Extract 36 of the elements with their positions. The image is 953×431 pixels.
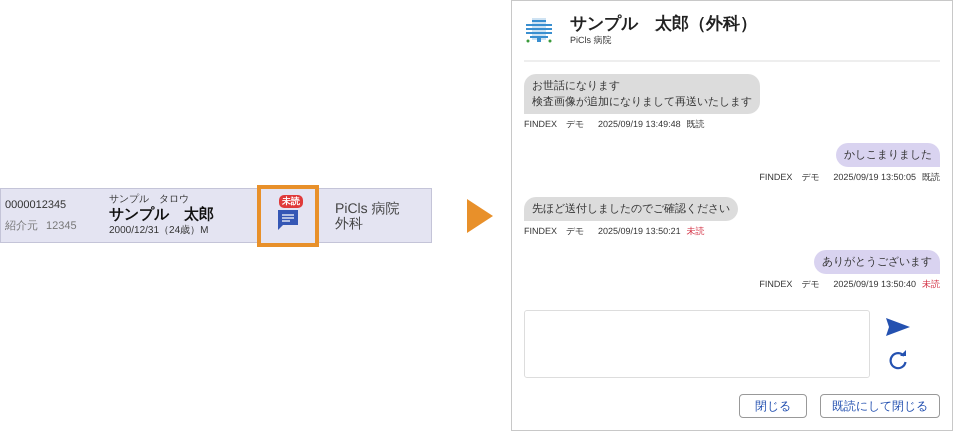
sender: FINDEX デモ (759, 278, 820, 292)
close-button[interactable]: 閉じる (739, 394, 807, 418)
dialog-title: サンプル 太郎（外科） (570, 13, 757, 34)
birth-info: 2000/12/31（24歳）M (109, 224, 210, 238)
send-button[interactable] (886, 318, 910, 336)
arrow-icon (466, 198, 492, 232)
sender: FINDEX デモ (524, 118, 584, 131)
hospital-name: PiCls 病院 (335, 200, 400, 216)
timestamp: 2025/09/19 13:50:05 (833, 171, 916, 184)
sender: FINDEX デモ (524, 224, 584, 238)
read-status: 未読 (922, 278, 940, 292)
patient-id: 0000012345 (5, 198, 68, 212)
message-bubble: かしこまりました (836, 143, 940, 168)
read-status: 既読 (922, 171, 940, 184)
patient-name: サンプル 太郎 (109, 206, 215, 224)
referral-code: 12345 (46, 219, 77, 234)
department-name: 外科 (335, 216, 364, 230)
read-status: 未読 (686, 224, 705, 238)
name-kana: サンプル タロウ (109, 194, 190, 206)
referral-label: 紹介元 (5, 219, 38, 234)
dialog-subtitle: PiCls 病院 (570, 34, 613, 48)
message-bubble: ありがとうございます (814, 250, 940, 274)
message-bubble: お世話になります 検査画像が追加になりまして再送いたします (524, 74, 760, 114)
message-input[interactable] (524, 310, 870, 378)
chat-icon (277, 208, 299, 230)
refresh-button[interactable] (888, 350, 908, 370)
timestamp: 2025/09/19 13:50:40 (833, 278, 916, 292)
timestamp: 2025/09/19 13:49:48 (598, 118, 681, 131)
mark-read-close-button[interactable]: 既読にして閉じる (820, 394, 940, 418)
message-bubble: 先ほど送付しましたのでご確認ください (524, 196, 738, 221)
sender: FINDEX デモ (759, 171, 820, 184)
timestamp: 2025/09/19 13:50:21 (598, 224, 681, 238)
hospital-icon (524, 17, 554, 44)
message-button[interactable]: 未読 (257, 184, 319, 246)
unread-badge: 未読 (279, 194, 303, 208)
read-status: 既読 (686, 118, 705, 131)
